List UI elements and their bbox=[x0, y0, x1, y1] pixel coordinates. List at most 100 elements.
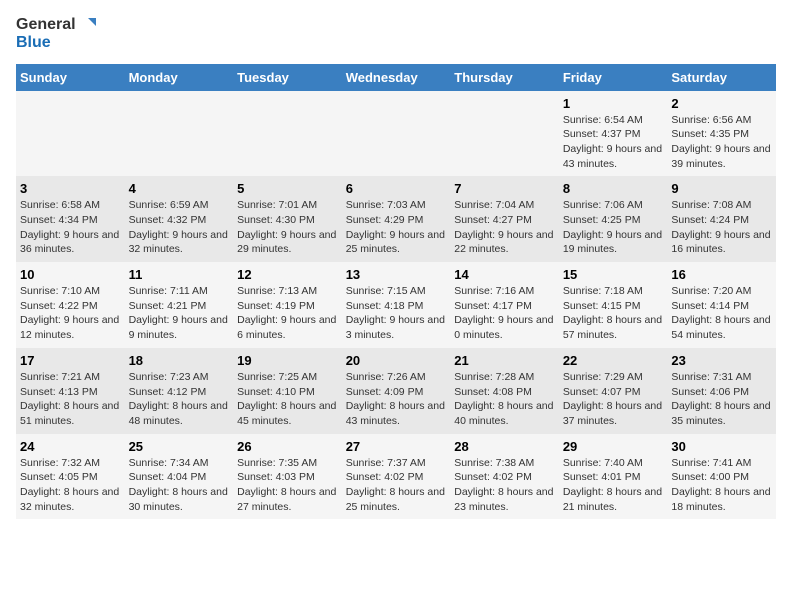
calendar-cell: 15 Sunrise: 7:18 AM Sunset: 4:15 PM Dayli… bbox=[559, 262, 668, 348]
day-number: 6 bbox=[346, 181, 447, 196]
calendar-cell: 12Sunrise: 7:13 AM Sunset: 4:19 PM Dayli… bbox=[233, 262, 342, 348]
calendar-cell: 28Sunrise: 7:38 AM Sunset: 4:02 PM Dayli… bbox=[450, 434, 559, 520]
day-info: Sunrise: 7:25 AM Sunset: 4:10 PM Dayligh… bbox=[237, 370, 338, 429]
day-number: 3 bbox=[20, 181, 121, 196]
day-info: Sunrise: 7:11 AM Sunset: 4:21 PM Dayligh… bbox=[129, 284, 230, 343]
calendar-cell: 9 Sunrise: 7:08 AM Sunset: 4:24 PM Daylig… bbox=[667, 176, 776, 262]
logo-blue: Blue bbox=[16, 34, 96, 52]
calendar-cell: 7 Sunrise: 7:04 AM Sunset: 4:27 PM Daylig… bbox=[450, 176, 559, 262]
calendar-cell: 29 Sunrise: 7:40 AM Sunset: 4:01 PM Dayli… bbox=[559, 434, 668, 520]
calendar-header-monday: Monday bbox=[125, 64, 234, 91]
calendar-cell: 27Sunrise: 7:37 AM Sunset: 4:02 PM Dayli… bbox=[342, 434, 451, 520]
day-info: Sunrise: 6:54 AM Sunset: 4:37 PM Dayligh… bbox=[563, 113, 664, 172]
calendar-cell: 19Sunrise: 7:25 AM Sunset: 4:10 PM Dayli… bbox=[233, 348, 342, 434]
header: General Blue bbox=[16, 16, 776, 52]
calendar-cell: 17 Sunrise: 7:21 AM Sunset: 4:13 PM Dayli… bbox=[16, 348, 125, 434]
day-number: 17 bbox=[20, 353, 121, 368]
day-info: Sunrise: 6:58 AM Sunset: 4:34 PM Dayligh… bbox=[20, 198, 121, 257]
calendar-week-row: 24 Sunrise: 7:32 AM Sunset: 4:05 PM Dayli… bbox=[16, 434, 776, 520]
day-number: 8 bbox=[563, 181, 664, 196]
day-number: 15 bbox=[563, 267, 664, 282]
calendar-cell: 24 Sunrise: 7:32 AM Sunset: 4:05 PM Dayli… bbox=[16, 434, 125, 520]
calendar-table: SundayMondayTuesdayWednesdayThursdayFrid… bbox=[16, 64, 776, 520]
day-info: Sunrise: 7:03 AM Sunset: 4:29 PM Dayligh… bbox=[346, 198, 447, 257]
day-number: 11 bbox=[129, 267, 230, 282]
day-info: Sunrise: 7:34 AM Sunset: 4:04 PM Dayligh… bbox=[129, 456, 230, 515]
day-number: 28 bbox=[454, 439, 555, 454]
calendar-cell: 30 Sunrise: 7:41 AM Sunset: 4:00 PM Dayli… bbox=[667, 434, 776, 520]
day-info: Sunrise: 7:16 AM Sunset: 4:17 PM Dayligh… bbox=[454, 284, 555, 343]
calendar-cell bbox=[125, 91, 234, 177]
day-number: 2 bbox=[671, 96, 772, 111]
calendar-cell: 4 Sunrise: 6:59 AM Sunset: 4:32 PM Daylig… bbox=[125, 176, 234, 262]
day-info: Sunrise: 7:41 AM Sunset: 4:00 PM Dayligh… bbox=[671, 456, 772, 515]
calendar-cell: 3 Sunrise: 6:58 AM Sunset: 4:34 PM Daylig… bbox=[16, 176, 125, 262]
calendar-week-row: 3 Sunrise: 6:58 AM Sunset: 4:34 PM Daylig… bbox=[16, 176, 776, 262]
day-number: 26 bbox=[237, 439, 338, 454]
day-number: 1 bbox=[563, 96, 664, 111]
calendar-cell bbox=[16, 91, 125, 177]
calendar-cell bbox=[342, 91, 451, 177]
day-number: 9 bbox=[671, 181, 772, 196]
day-info: Sunrise: 7:10 AM Sunset: 4:22 PM Dayligh… bbox=[20, 284, 121, 343]
calendar-cell: 23Sunrise: 7:31 AM Sunset: 4:06 PM Dayli… bbox=[667, 348, 776, 434]
day-info: Sunrise: 7:37 AM Sunset: 4:02 PM Dayligh… bbox=[346, 456, 447, 515]
calendar-header-friday: Friday bbox=[559, 64, 668, 91]
day-number: 14 bbox=[454, 267, 555, 282]
day-number: 21 bbox=[454, 353, 555, 368]
logo-general: General bbox=[16, 16, 76, 34]
day-info: Sunrise: 7:18 AM Sunset: 4:15 PM Dayligh… bbox=[563, 284, 664, 343]
day-info: Sunrise: 7:28 AM Sunset: 4:08 PM Dayligh… bbox=[454, 370, 555, 429]
logo-bird-icon bbox=[78, 16, 96, 34]
day-info: Sunrise: 7:15 AM Sunset: 4:18 PM Dayligh… bbox=[346, 284, 447, 343]
calendar-cell: 26 Sunrise: 7:35 AM Sunset: 4:03 PM Dayli… bbox=[233, 434, 342, 520]
day-info: Sunrise: 7:21 AM Sunset: 4:13 PM Dayligh… bbox=[20, 370, 121, 429]
calendar-cell: 11 Sunrise: 7:11 AM Sunset: 4:21 PM Dayli… bbox=[125, 262, 234, 348]
calendar-header-sunday: Sunday bbox=[16, 64, 125, 91]
calendar-cell: 5 Sunrise: 7:01 AM Sunset: 4:30 PM Daylig… bbox=[233, 176, 342, 262]
calendar-cell: 21 Sunrise: 7:28 AM Sunset: 4:08 PM Dayli… bbox=[450, 348, 559, 434]
calendar-header-tuesday: Tuesday bbox=[233, 64, 342, 91]
day-info: Sunrise: 7:01 AM Sunset: 4:30 PM Dayligh… bbox=[237, 198, 338, 257]
calendar-cell: 13Sunrise: 7:15 AM Sunset: 4:18 PM Dayli… bbox=[342, 262, 451, 348]
day-info: Sunrise: 7:04 AM Sunset: 4:27 PM Dayligh… bbox=[454, 198, 555, 257]
calendar-cell: 20 Sunrise: 7:26 AM Sunset: 4:09 PM Dayli… bbox=[342, 348, 451, 434]
calendar-cell: 8 Sunrise: 7:06 AM Sunset: 4:25 PM Daylig… bbox=[559, 176, 668, 262]
day-number: 18 bbox=[129, 353, 230, 368]
day-number: 23 bbox=[671, 353, 772, 368]
day-info: Sunrise: 6:59 AM Sunset: 4:32 PM Dayligh… bbox=[129, 198, 230, 257]
day-number: 20 bbox=[346, 353, 447, 368]
logo-container: General Blue bbox=[16, 16, 96, 52]
day-info: Sunrise: 7:40 AM Sunset: 4:01 PM Dayligh… bbox=[563, 456, 664, 515]
day-info: Sunrise: 7:13 AM Sunset: 4:19 PM Dayligh… bbox=[237, 284, 338, 343]
calendar-cell: 2Sunrise: 6:56 AM Sunset: 4:35 PM Daylig… bbox=[667, 91, 776, 177]
day-number: 7 bbox=[454, 181, 555, 196]
day-number: 4 bbox=[129, 181, 230, 196]
day-number: 29 bbox=[563, 439, 664, 454]
calendar-cell: 18Sunrise: 7:23 AM Sunset: 4:12 PM Dayli… bbox=[125, 348, 234, 434]
day-number: 25 bbox=[129, 439, 230, 454]
calendar-cell: 6 Sunrise: 7:03 AM Sunset: 4:29 PM Daylig… bbox=[342, 176, 451, 262]
calendar-week-row: 17 Sunrise: 7:21 AM Sunset: 4:13 PM Dayli… bbox=[16, 348, 776, 434]
day-info: Sunrise: 7:29 AM Sunset: 4:07 PM Dayligh… bbox=[563, 370, 664, 429]
calendar-cell: 14 Sunrise: 7:16 AM Sunset: 4:17 PM Dayli… bbox=[450, 262, 559, 348]
day-info: Sunrise: 7:32 AM Sunset: 4:05 PM Dayligh… bbox=[20, 456, 121, 515]
calendar-header-thursday: Thursday bbox=[450, 64, 559, 91]
day-number: 16 bbox=[671, 267, 772, 282]
day-number: 24 bbox=[20, 439, 121, 454]
day-info: Sunrise: 7:20 AM Sunset: 4:14 PM Dayligh… bbox=[671, 284, 772, 343]
day-number: 5 bbox=[237, 181, 338, 196]
calendar-header-wednesday: Wednesday bbox=[342, 64, 451, 91]
day-number: 30 bbox=[671, 439, 772, 454]
day-info: Sunrise: 7:06 AM Sunset: 4:25 PM Dayligh… bbox=[563, 198, 664, 257]
calendar-cell: 16 Sunrise: 7:20 AM Sunset: 4:14 PM Dayli… bbox=[667, 262, 776, 348]
calendar-week-row: 1 Sunrise: 6:54 AM Sunset: 4:37 PM Daylig… bbox=[16, 91, 776, 177]
day-info: Sunrise: 7:26 AM Sunset: 4:09 PM Dayligh… bbox=[346, 370, 447, 429]
calendar-week-row: 10Sunrise: 7:10 AM Sunset: 4:22 PM Dayli… bbox=[16, 262, 776, 348]
day-info: Sunrise: 7:35 AM Sunset: 4:03 PM Dayligh… bbox=[237, 456, 338, 515]
calendar-cell: 10Sunrise: 7:10 AM Sunset: 4:22 PM Dayli… bbox=[16, 262, 125, 348]
day-info: Sunrise: 7:08 AM Sunset: 4:24 PM Dayligh… bbox=[671, 198, 772, 257]
calendar-cell: 22Sunrise: 7:29 AM Sunset: 4:07 PM Dayli… bbox=[559, 348, 668, 434]
calendar-header-saturday: Saturday bbox=[667, 64, 776, 91]
calendar-cell bbox=[450, 91, 559, 177]
